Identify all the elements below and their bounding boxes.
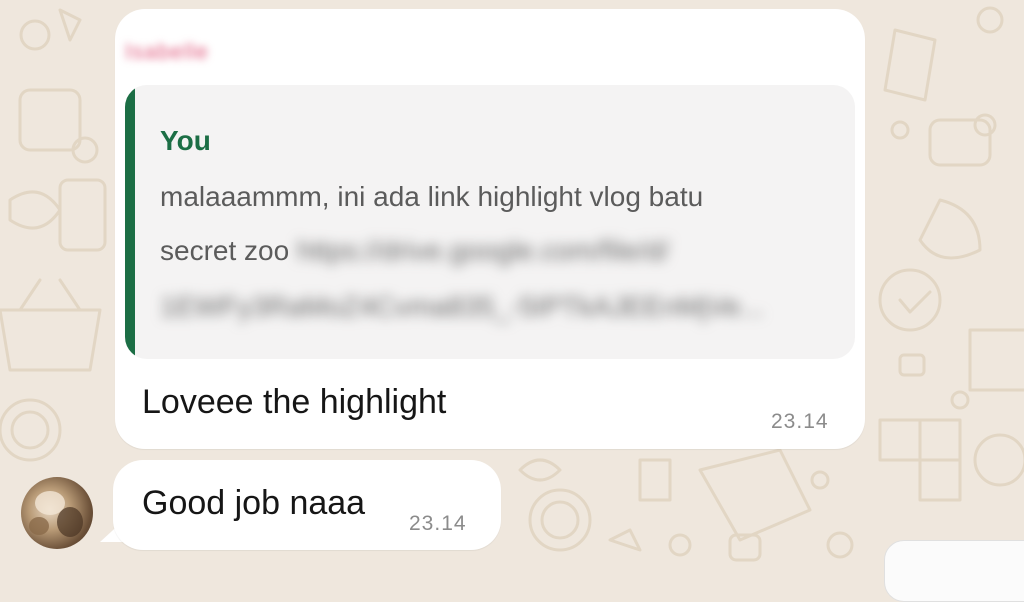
contact-avatar[interactable] (21, 477, 93, 549)
message-text: Good job naaa (142, 484, 366, 522)
quoted-reply[interactable]: You malaaammm, ini ada link highlight vl… (125, 85, 855, 359)
message-timestamp: 23.14 (771, 410, 829, 433)
quote-text-line-1: malaaammm, ini ada link highlight vlog b… (160, 181, 704, 212)
quote-accent-bar (125, 85, 135, 359)
sender-name: Isabelle (125, 39, 209, 64)
quote-link-part-1: https://drive.google.com/file/d/ (296, 235, 669, 266)
message-bubble-incoming[interactable]: Isabelle You malaaammm, ini ada link hig… (115, 9, 865, 449)
quote-text-line-2: secret zoo https://drive.google.com/file… (160, 235, 669, 267)
message-timestamp: 23.14 (409, 512, 467, 535)
quote-link-part-2: 1EWFy3RaMoZ4Cvma835_-5IPTkAJEEnMjVe... (160, 291, 764, 322)
message-bubble-incoming[interactable]: Good job naaa 23.14 (113, 460, 501, 550)
quote-text-prefix: secret zoo (160, 235, 290, 266)
quote-author: You (160, 125, 211, 156)
scroll-to-bottom-button[interactable] (884, 540, 1024, 602)
message-text: Loveee the highlight (142, 383, 447, 421)
